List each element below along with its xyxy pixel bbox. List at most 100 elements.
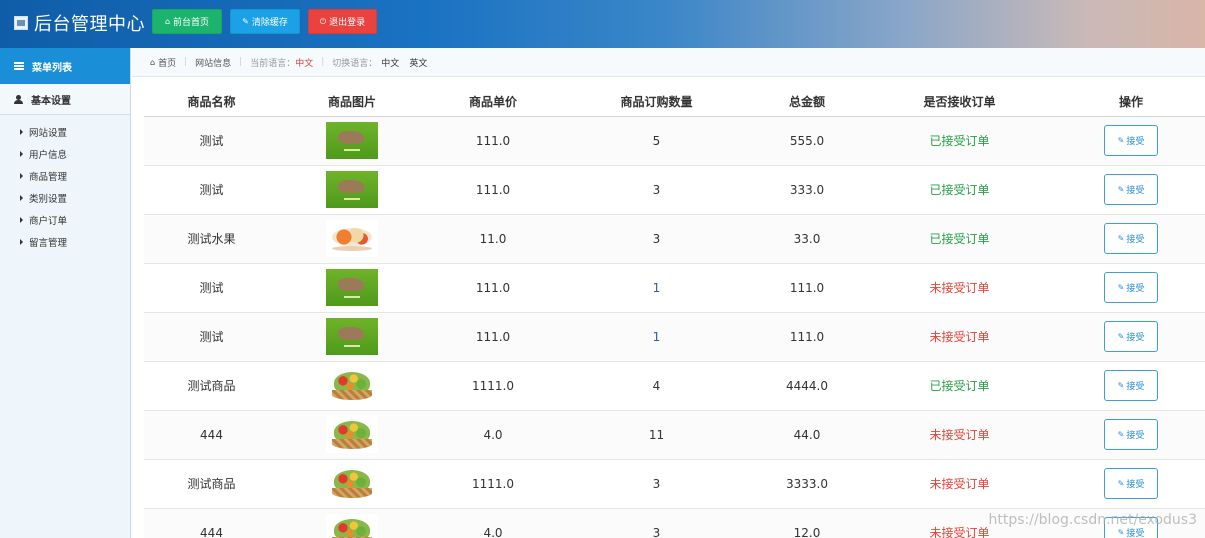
sidebar-item-label: 商户订单 [29,216,68,227]
column-header-image: 商品图片 [279,88,425,117]
frontend-home-button[interactable]: ⌂ 前台首页 [152,9,222,34]
edit-icon: ✎ [1117,185,1125,194]
accept-order-label: 接受 [1126,431,1145,441]
cell-total: 333.0 [752,165,862,215]
edit-icon: ✎ [1117,332,1125,341]
accept-order-button[interactable]: ✎ 接受 [1104,468,1158,499]
clear-cache-button[interactable]: ✎ 清除缓存 [230,9,300,34]
clear-cache-label: 清除缓存 [251,18,288,28]
sidebar-item-user-info[interactable]: 用户信息 [0,143,130,165]
orders-table-container: 商品名称 商品图片 商品单价 商品订购数量 总金额 是否接收订单 操作 测试 11… [144,88,1205,538]
caret-right-icon [20,173,23,179]
product-image [326,122,378,159]
sidebar-item-label: 用户信息 [29,150,68,161]
cell-status: 未接受订单 [862,312,1057,362]
cell-actions: ✎ 接受 [1057,459,1205,509]
cell-image [279,263,425,313]
accept-order-button[interactable]: ✎ 接受 [1104,125,1158,156]
product-image [326,367,378,404]
cell-price: 4.0 [425,508,561,538]
logout-label: 退出登录 [329,18,366,28]
sidebar-item-label: 类别设置 [29,194,68,205]
cell-total: 12.0 [752,508,862,538]
cell-total: 111.0 [752,263,862,313]
accept-order-button[interactable]: ✎ 接受 [1104,321,1158,352]
cell-image [279,410,425,460]
table-row: 测试商品 1111.0 3 3333.0 未接受订单 ✎ 接受 [144,459,1205,509]
edit-icon: ✎ [1117,234,1125,243]
table-row: 测试 111.0 5 555.0 已接受订单 ✎ 接受 [144,116,1205,166]
table-row: 444 4.0 11 44.0 未接受订单 ✎ 接受 [144,410,1205,460]
cell-image [279,508,425,538]
accept-order-button[interactable]: ✎ 接受 [1104,174,1158,205]
accept-order-label: 接受 [1126,186,1145,196]
table-body: 测试 111.0 5 555.0 已接受订单 ✎ 接受 测试 111.0 3 333.0 已接受订单 ✎… [144,116,1205,538]
cell-status: 未接受订单 [862,459,1057,509]
product-image [326,269,378,306]
table-row: 测试水果 11.0 3 33.0 已接受订单 ✎ 接受 [144,214,1205,264]
cell-total: 4444.0 [752,361,862,411]
cell-quantity: 3 [561,508,752,538]
cell-quantity: 3 [561,214,752,264]
column-header-price: 商品单价 [425,88,561,117]
breadcrumb-home[interactable]: 首页 [158,56,176,69]
top-header: 后台管理中心 ⌂ 前台首页 ✎ 清除缓存 ⏻ 退出登录 [0,0,1205,48]
caret-right-icon [20,239,23,245]
switch-language-english[interactable]: 英文 [409,56,427,69]
column-header-total: 总金额 [752,88,862,117]
cell-image [279,116,425,166]
accept-order-button[interactable]: ✎ 接受 [1104,419,1158,450]
cell-quantity: 4 [561,361,752,411]
caret-right-icon [20,151,23,157]
current-language-label: 当前语言： [250,58,296,69]
table-header-row: 商品名称 商品图片 商品单价 商品订购数量 总金额 是否接收订单 操作 [144,88,1205,117]
caret-right-icon [20,195,23,201]
column-header-actions: 操作 [1057,88,1205,117]
cell-price: 111.0 [425,116,561,166]
accept-order-label: 接受 [1126,382,1145,392]
accept-order-button[interactable]: ✎ 接受 [1104,272,1158,303]
breadcrumb-separator: | [184,57,188,67]
switch-language-chinese[interactable]: 中文 [381,56,399,69]
cell-image [279,165,425,215]
cell-total: 44.0 [752,410,862,460]
sidebar-item-message-management[interactable]: 留言管理 [0,231,130,253]
sidebar-item-goods-management[interactable]: 商品管理 [0,165,130,187]
sidebar-item-merchant-orders[interactable]: 商户订单 [0,209,130,231]
breadcrumb-separator: | [239,57,243,67]
power-icon: ⏻ [319,16,327,26]
edit-icon: ✎ [1117,430,1125,439]
product-image [326,465,378,502]
cell-total: 33.0 [752,214,862,264]
accept-order-button[interactable]: ✎ 接受 [1104,370,1158,401]
cell-price: 1111.0 [425,459,561,509]
accept-order-label: 接受 [1126,480,1145,490]
edit-icon: ✎ [1117,381,1125,390]
edit-icon: ✎ [1117,528,1125,537]
cell-status: 未接受订单 [862,263,1057,313]
orders-table: 商品名称 商品图片 商品单价 商品订购数量 总金额 是否接收订单 操作 测试 11… [144,88,1205,538]
product-image [326,220,378,257]
sidebar-group-basic-settings[interactable]: 基本设置 [0,85,130,115]
table-row: 测试 111.0 3 333.0 已接受订单 ✎ 接受 [144,165,1205,215]
logout-button[interactable]: ⏻ 退出登录 [308,9,377,34]
sidebar-item-category-settings[interactable]: 类别设置 [0,187,130,209]
cell-actions: ✎ 接受 [1057,312,1205,362]
sidebar-header-label: 菜单列表 [32,62,72,74]
caret-right-icon [20,129,23,135]
breadcrumb-site-info[interactable]: 网站信息 [195,56,231,69]
cell-status: 已接受订单 [862,361,1057,411]
column-header-quantity: 商品订购数量 [561,88,752,117]
column-header-name: 商品名称 [144,88,279,117]
cell-total: 555.0 [752,116,862,166]
frontend-home-label: 前台首页 [173,18,210,28]
sidebar: 菜单列表 基本设置 网站设置 用户信息 商品管理 类别设置 商户订单 留言管理 [0,48,131,538]
cell-image [279,459,425,509]
user-icon [14,95,23,104]
cell-image [279,361,425,411]
accept-order-button[interactable]: ✎ 接受 [1104,223,1158,254]
current-language-value: 中文 [295,58,314,69]
cell-actions: ✎ 接受 [1057,263,1205,313]
cell-actions: ✎ 接受 [1057,410,1205,460]
sidebar-item-site-settings[interactable]: 网站设置 [0,121,130,143]
